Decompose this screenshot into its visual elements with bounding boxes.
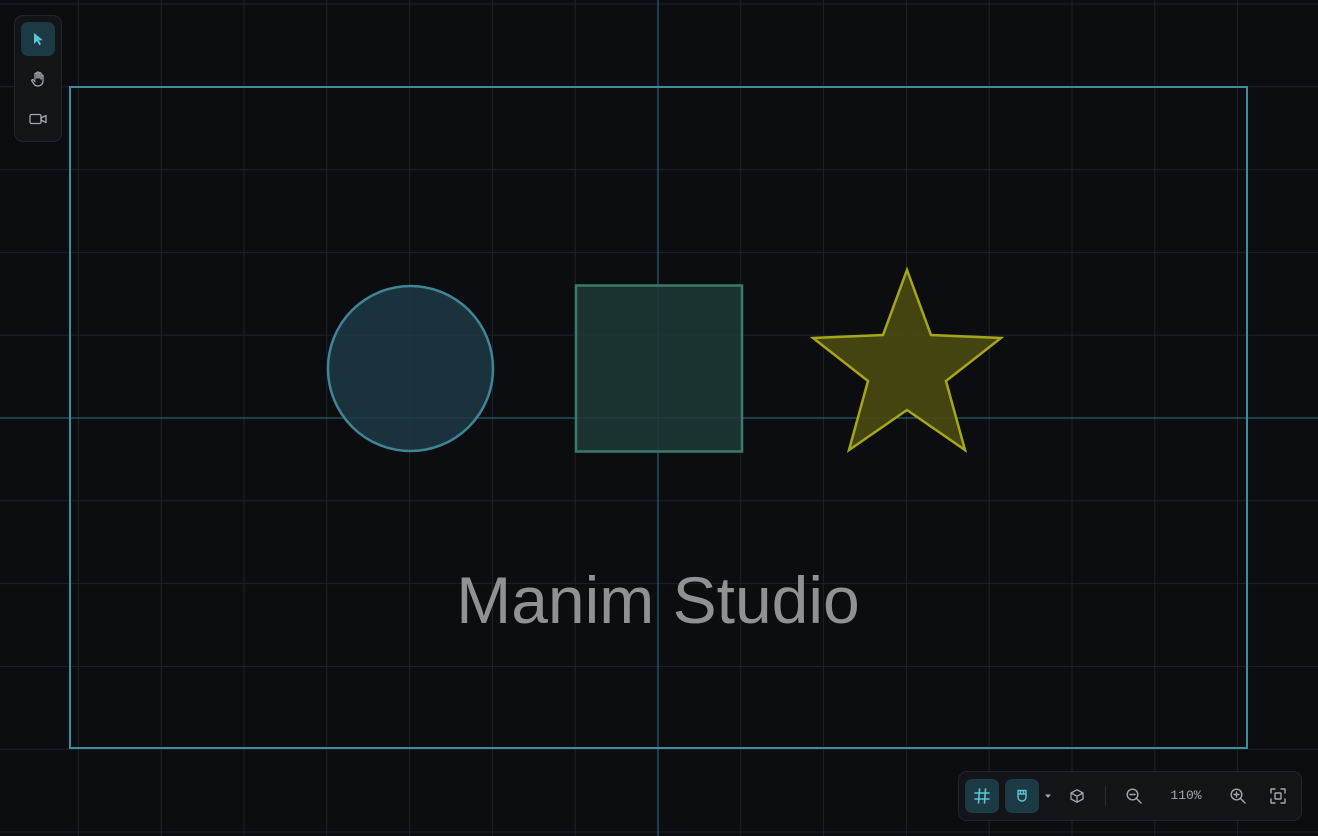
toolbar-divider bbox=[1105, 786, 1106, 806]
pan-tool-button[interactable] bbox=[21, 62, 55, 96]
manim-studio-app: Manim Studio 110% bbox=[0, 0, 1318, 836]
scene-title-text[interactable]: Manim Studio bbox=[456, 563, 860, 637]
zoom-level-readout: 110% bbox=[1170, 788, 1202, 803]
zoom-in-button[interactable] bbox=[1221, 779, 1255, 813]
square-shape[interactable] bbox=[574, 284, 744, 453]
video-camera-icon bbox=[29, 113, 47, 125]
star-shape[interactable] bbox=[809, 266, 1005, 453]
3d-view-button[interactable] bbox=[1060, 779, 1094, 813]
magnet-icon bbox=[1017, 789, 1027, 802]
view-toolbar: 110% bbox=[958, 771, 1302, 821]
circle-shape[interactable] bbox=[326, 284, 495, 453]
fit-view-button[interactable] bbox=[1261, 779, 1295, 813]
snap-toggle-button[interactable] bbox=[1005, 779, 1039, 813]
cube-icon bbox=[1070, 789, 1084, 803]
caret-down-icon bbox=[1045, 794, 1051, 798]
tool-palette bbox=[14, 15, 62, 142]
snap-options-dropdown[interactable] bbox=[1042, 788, 1054, 804]
zoom-out-button[interactable] bbox=[1117, 779, 1151, 813]
grid-icon bbox=[974, 788, 990, 804]
scene-canvas[interactable]: Manim Studio bbox=[0, 0, 1318, 836]
fit-screen-icon bbox=[1270, 788, 1286, 804]
cursor-icon bbox=[34, 33, 43, 46]
select-tool-button[interactable] bbox=[21, 22, 55, 56]
zoom-out-icon bbox=[1126, 788, 1142, 804]
camera-tool-button[interactable] bbox=[21, 102, 55, 136]
hand-icon bbox=[31, 71, 44, 87]
zoom-in-icon bbox=[1230, 788, 1246, 804]
grid-toggle-button[interactable] bbox=[965, 779, 999, 813]
